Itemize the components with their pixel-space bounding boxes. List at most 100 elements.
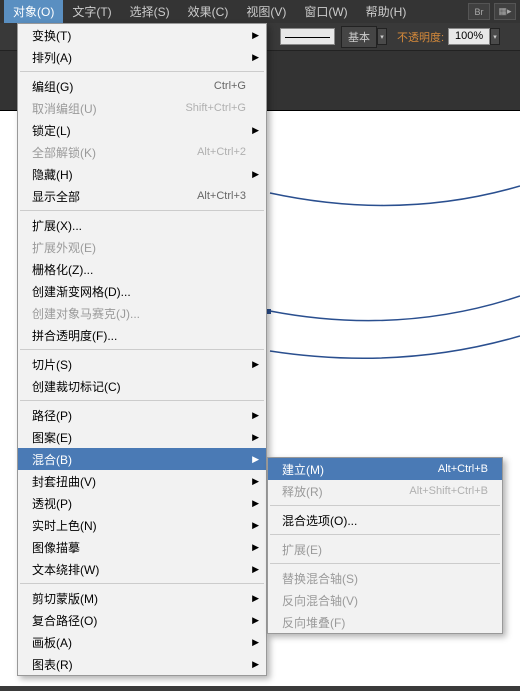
menu-item-label: 文本绕排(W) xyxy=(32,561,246,578)
submenu-arrow-icon: ▶ xyxy=(252,169,259,180)
submenu-arrow-icon: ▶ xyxy=(252,359,259,370)
menu-item[interactable]: 路径(P)▶ xyxy=(18,404,266,426)
menu-item-label: 透视(P) xyxy=(32,495,246,512)
menu-item-label: 拼合透明度(F)... xyxy=(32,327,246,344)
menu-item-label: 剪切蒙版(M) xyxy=(32,590,246,607)
menu-item[interactable]: 图案(E) ▶ xyxy=(18,426,266,448)
shortcut: Shift+Ctrl+G xyxy=(185,102,246,114)
menu-item-label: 建立(M) xyxy=(282,461,438,478)
menu-item-label: 扩展(E) xyxy=(282,541,488,558)
submenu-arrow-icon: ▶ xyxy=(252,30,259,41)
menu-item-label: 扩展(X)... xyxy=(32,217,246,234)
menu-item-label: 编组(G) xyxy=(32,78,214,95)
menu-item-label: 画板(A) xyxy=(32,634,246,651)
submenu-arrow-icon: ▶ xyxy=(252,564,259,575)
object-menu: 变换(T)▶排列(A)▶编组(G)Ctrl+G取消编组(U)Shift+Ctrl… xyxy=(17,23,267,676)
menu-item-label: 混合选项(O)... xyxy=(282,512,488,529)
blend-submenu: 建立(M)Alt+Ctrl+B释放(R)Alt+Shift+Ctrl+B混合选项… xyxy=(267,457,503,634)
menu-item-label: 切片(S) xyxy=(32,356,246,373)
submenu-arrow-icon: ▶ xyxy=(252,637,259,648)
menu-item: 扩展外观(E) xyxy=(18,236,266,258)
menu-effect[interactable]: 效果(C) xyxy=(179,0,238,23)
menu-item-label: 创建裁切标记(C) xyxy=(32,378,246,395)
menu-item: 释放(R)Alt+Shift+Ctrl+B xyxy=(268,480,502,502)
opacity-dropdown[interactable]: ▾ xyxy=(490,28,500,45)
menu-item[interactable]: 透视(P) ▶ xyxy=(18,492,266,514)
menu-item-label: 反向混合轴(V) xyxy=(282,592,488,609)
menu-item[interactable]: 扩展(X)... xyxy=(18,214,266,236)
menu-view[interactable]: 视图(V) xyxy=(237,0,295,23)
menu-item[interactable]: 栅格化(Z)... xyxy=(18,258,266,280)
submenu-arrow-icon: ▶ xyxy=(252,454,259,465)
menu-item[interactable]: 编组(G)Ctrl+G xyxy=(18,75,266,97)
stroke-basic[interactable]: 基本 xyxy=(341,26,377,48)
menu-item[interactable]: 实时上色(N) ▶ xyxy=(18,514,266,536)
menu-item[interactable]: 画板(A) ▶ xyxy=(18,631,266,653)
menu-item[interactable]: 复合路径(O)▶ xyxy=(18,609,266,631)
menu-item: 反向混合轴(V) xyxy=(268,589,502,611)
menu-item-label: 混合(B) xyxy=(32,451,246,468)
shortcut: Alt+Ctrl+2 xyxy=(197,146,246,158)
menu-item[interactable]: 图像描摹▶ xyxy=(18,536,266,558)
menu-item-label: 显示全部 xyxy=(32,188,197,205)
submenu-arrow-icon: ▶ xyxy=(252,476,259,487)
menu-item[interactable]: 显示全部Alt+Ctrl+3 xyxy=(18,185,266,207)
menu-item: 扩展(E) xyxy=(268,538,502,560)
menu-item: 全部解锁(K)Alt+Ctrl+2 xyxy=(18,141,266,163)
opacity-label: 不透明度: xyxy=(397,29,444,45)
stroke-dropdown[interactable]: ▾ xyxy=(377,28,387,45)
menu-item[interactable]: 图表(R) ▶ xyxy=(18,653,266,675)
menu-text[interactable]: 文字(T) xyxy=(63,0,120,23)
menu-item[interactable]: 混合(B) ▶ xyxy=(18,448,266,470)
menu-item-label: 释放(R) xyxy=(282,483,409,500)
menu-item-label: 封套扭曲(V) xyxy=(32,473,246,490)
menu-item: 替换混合轴(S) xyxy=(268,567,502,589)
submenu-arrow-icon: ▶ xyxy=(252,659,259,670)
menu-item[interactable]: 变换(T) ▶ xyxy=(18,24,266,46)
shortcut: Alt+Ctrl+3 xyxy=(197,190,246,202)
menu-item[interactable]: 混合选项(O)... xyxy=(268,509,502,531)
menu-item-label: 扩展外观(E) xyxy=(32,239,246,256)
menu-item-label: 隐藏(H) xyxy=(32,166,246,183)
menu-item: 取消编组(U)Shift+Ctrl+G xyxy=(18,97,266,119)
menu-window[interactable]: 窗口(W) xyxy=(295,0,356,23)
menu-item: 反向堆叠(F) xyxy=(268,611,502,633)
menu-item-label: 创建对象马赛克(J)... xyxy=(32,305,246,322)
menu-item-label: 图表(R) xyxy=(32,656,246,673)
menu-item-label: 排列(A) xyxy=(32,49,246,66)
menu-item-label: 图案(E) xyxy=(32,429,246,446)
submenu-arrow-icon: ▶ xyxy=(252,520,259,531)
menu-item-label: 栅格化(Z)... xyxy=(32,261,246,278)
shortcut: Alt+Ctrl+B xyxy=(438,463,488,475)
menu-item[interactable]: 剪切蒙版(M)▶ xyxy=(18,587,266,609)
submenu-arrow-icon: ▶ xyxy=(252,498,259,509)
menu-item-label: 锁定(L) xyxy=(32,122,246,139)
menu-item[interactable]: 锁定(L)▶ xyxy=(18,119,266,141)
menu-item[interactable]: 封套扭曲(V) ▶ xyxy=(18,470,266,492)
menu-help[interactable]: 帮助(H) xyxy=(357,0,416,23)
submenu-arrow-icon: ▶ xyxy=(252,432,259,443)
menu-item[interactable]: 拼合透明度(F)... xyxy=(18,324,266,346)
menu-item[interactable]: 切片(S) ▶ xyxy=(18,353,266,375)
menu-item[interactable]: 排列(A) ▶ xyxy=(18,46,266,68)
stroke-preview[interactable] xyxy=(280,28,335,45)
menu-select[interactable]: 选择(S) xyxy=(121,0,179,23)
bridge-icon[interactable]: Br xyxy=(468,3,490,20)
arrange-icon[interactable]: ▦▸ xyxy=(494,3,516,20)
opacity-value[interactable]: 100% xyxy=(448,28,490,45)
menu-item-label: 复合路径(O) xyxy=(32,612,246,629)
shortcut: Ctrl+G xyxy=(214,80,246,92)
shortcut: Alt+Shift+Ctrl+B xyxy=(409,485,488,497)
menu-item-label: 路径(P) xyxy=(32,407,246,424)
menu-item[interactable]: 建立(M)Alt+Ctrl+B xyxy=(268,458,502,480)
menu-item-label: 变换(T) xyxy=(32,27,246,44)
menu-item-label: 图像描摹 xyxy=(32,539,246,556)
menu-object[interactable]: 对象(O) xyxy=(4,0,63,23)
menu-item-label: 实时上色(N) xyxy=(32,517,246,534)
menu-item[interactable]: 隐藏(H) ▶ xyxy=(18,163,266,185)
menu-item[interactable]: 创建渐变网格(D)... xyxy=(18,280,266,302)
submenu-arrow-icon: ▶ xyxy=(252,52,259,63)
menu-item[interactable]: 文本绕排(W) ▶ xyxy=(18,558,266,580)
menu-item-label: 创建渐变网格(D)... xyxy=(32,283,246,300)
menu-item[interactable]: 创建裁切标记(C) xyxy=(18,375,266,397)
